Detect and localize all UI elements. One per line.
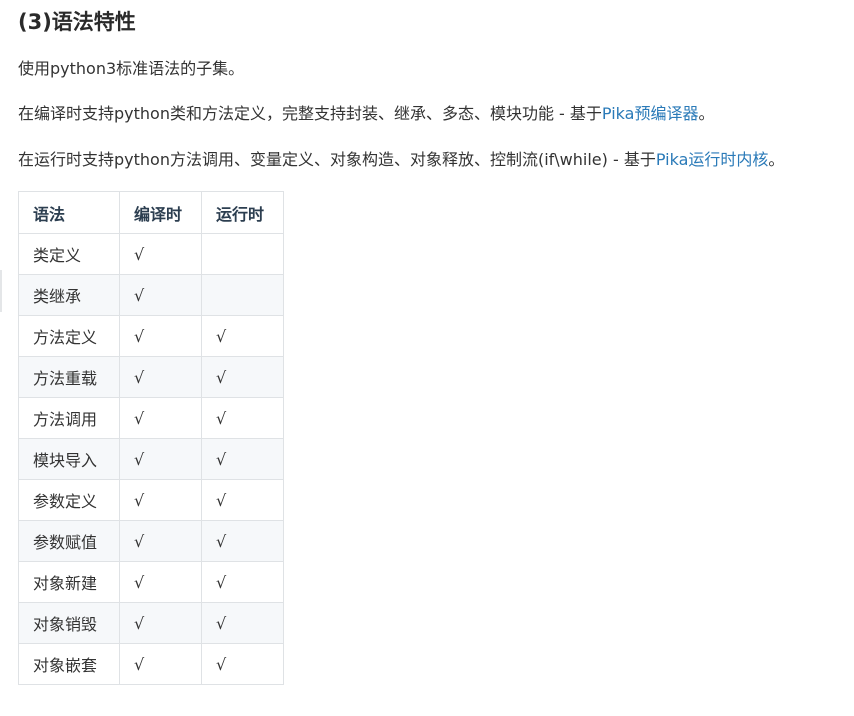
cell-compile-time: √ bbox=[119, 561, 202, 603]
table-row: 对象嵌套 √ √ bbox=[18, 643, 284, 685]
cell-runtime bbox=[201, 233, 284, 275]
cell-compile-time: √ bbox=[119, 356, 202, 398]
syntax-feature-table: 语法 编译时 运行时 类定义 √ 类继承 √ 方法定义 √ √ 方法重载 √ √ 方法调用 √ √ 模块导… bbox=[18, 191, 284, 685]
cell-compile-time: √ bbox=[119, 397, 202, 439]
paragraph-runtime-end: 。 bbox=[768, 150, 785, 169]
cell-runtime: √ bbox=[201, 602, 284, 644]
cell-syntax: 方法调用 bbox=[18, 397, 120, 439]
cell-compile-time: √ bbox=[119, 315, 202, 357]
table-row: 参数赋值 √ √ bbox=[18, 520, 284, 562]
table-row: 参数定义 √ √ bbox=[18, 479, 284, 521]
table-row: 类定义 √ bbox=[18, 233, 284, 275]
cell-syntax: 模块导入 bbox=[18, 438, 120, 480]
cell-compile-time: √ bbox=[119, 520, 202, 562]
table-row: 方法重载 √ √ bbox=[18, 356, 284, 398]
cell-runtime: √ bbox=[201, 561, 284, 603]
cell-syntax: 对象嵌套 bbox=[18, 643, 120, 685]
table-row: 类继承 √ bbox=[18, 274, 284, 316]
cell-runtime: √ bbox=[201, 438, 284, 480]
cell-syntax: 参数定义 bbox=[18, 479, 120, 521]
cell-runtime: √ bbox=[201, 397, 284, 439]
cell-syntax: 对象新建 bbox=[18, 561, 120, 603]
paragraph-compile-end: 。 bbox=[698, 104, 715, 123]
cell-compile-time: √ bbox=[119, 479, 202, 521]
header-runtime: 运行时 bbox=[201, 191, 284, 234]
cell-runtime: √ bbox=[201, 520, 284, 562]
paragraph-compile-time: 在编译时支持python类和方法定义，完整支持封装、继承、多态、模块功能 - 基… bbox=[18, 102, 714, 126]
cell-syntax: 方法重载 bbox=[18, 356, 120, 398]
cell-runtime: √ bbox=[201, 479, 284, 521]
table-row: 对象销毁 √ √ bbox=[18, 602, 284, 644]
cell-compile-time: √ bbox=[119, 602, 202, 644]
table-row: 对象新建 √ √ bbox=[18, 561, 284, 603]
header-syntax: 语法 bbox=[18, 191, 120, 234]
paragraph-runtime: 在运行时支持python方法调用、变量定义、对象构造、对象释放、控制流(if\w… bbox=[18, 148, 784, 172]
table-row: 方法调用 √ √ bbox=[18, 397, 284, 439]
header-compile-time: 编译时 bbox=[119, 191, 202, 234]
cell-compile-time: √ bbox=[119, 233, 202, 275]
table-row: 方法定义 √ √ bbox=[18, 315, 284, 357]
pika-runtime-kernel-link[interactable]: Pika运行时内核 bbox=[656, 150, 769, 169]
left-edge-marker bbox=[0, 270, 2, 312]
cell-syntax: 方法定义 bbox=[18, 315, 120, 357]
cell-runtime: √ bbox=[201, 315, 284, 357]
cell-syntax: 参数赋值 bbox=[18, 520, 120, 562]
cell-syntax: 类继承 bbox=[18, 274, 120, 316]
table-header-row: 语法 编译时 运行时 bbox=[18, 191, 284, 234]
cell-compile-time: √ bbox=[119, 438, 202, 480]
paragraph-compile-text: 在编译时支持python类和方法定义，完整支持封装、继承、多态、模块功能 - 基… bbox=[18, 104, 602, 123]
cell-runtime: √ bbox=[201, 356, 284, 398]
cell-compile-time: √ bbox=[119, 274, 202, 316]
cell-syntax: 类定义 bbox=[18, 233, 120, 275]
paragraph-runtime-text: 在运行时支持python方法调用、变量定义、对象构造、对象释放、控制流(if\w… bbox=[18, 150, 656, 169]
table-body: 类定义 √ 类继承 √ 方法定义 √ √ 方法重载 √ √ 方法调用 √ √ 模块导入 √ √ 参数定义 √ √ 参数… bbox=[18, 233, 284, 685]
cell-runtime: √ bbox=[201, 643, 284, 685]
cell-syntax: 对象销毁 bbox=[18, 602, 120, 644]
cell-compile-time: √ bbox=[119, 643, 202, 685]
pika-precompiler-link[interactable]: Pika预编译器 bbox=[602, 104, 699, 123]
table-row: 模块导入 √ √ bbox=[18, 438, 284, 480]
paragraph-intro-text: 使用python3标准语法的子集。 bbox=[18, 59, 245, 78]
cell-runtime bbox=[201, 274, 284, 316]
paragraph-intro: 使用python3标准语法的子集。 bbox=[18, 57, 244, 81]
section-heading: (3)语法特性 bbox=[18, 10, 136, 34]
